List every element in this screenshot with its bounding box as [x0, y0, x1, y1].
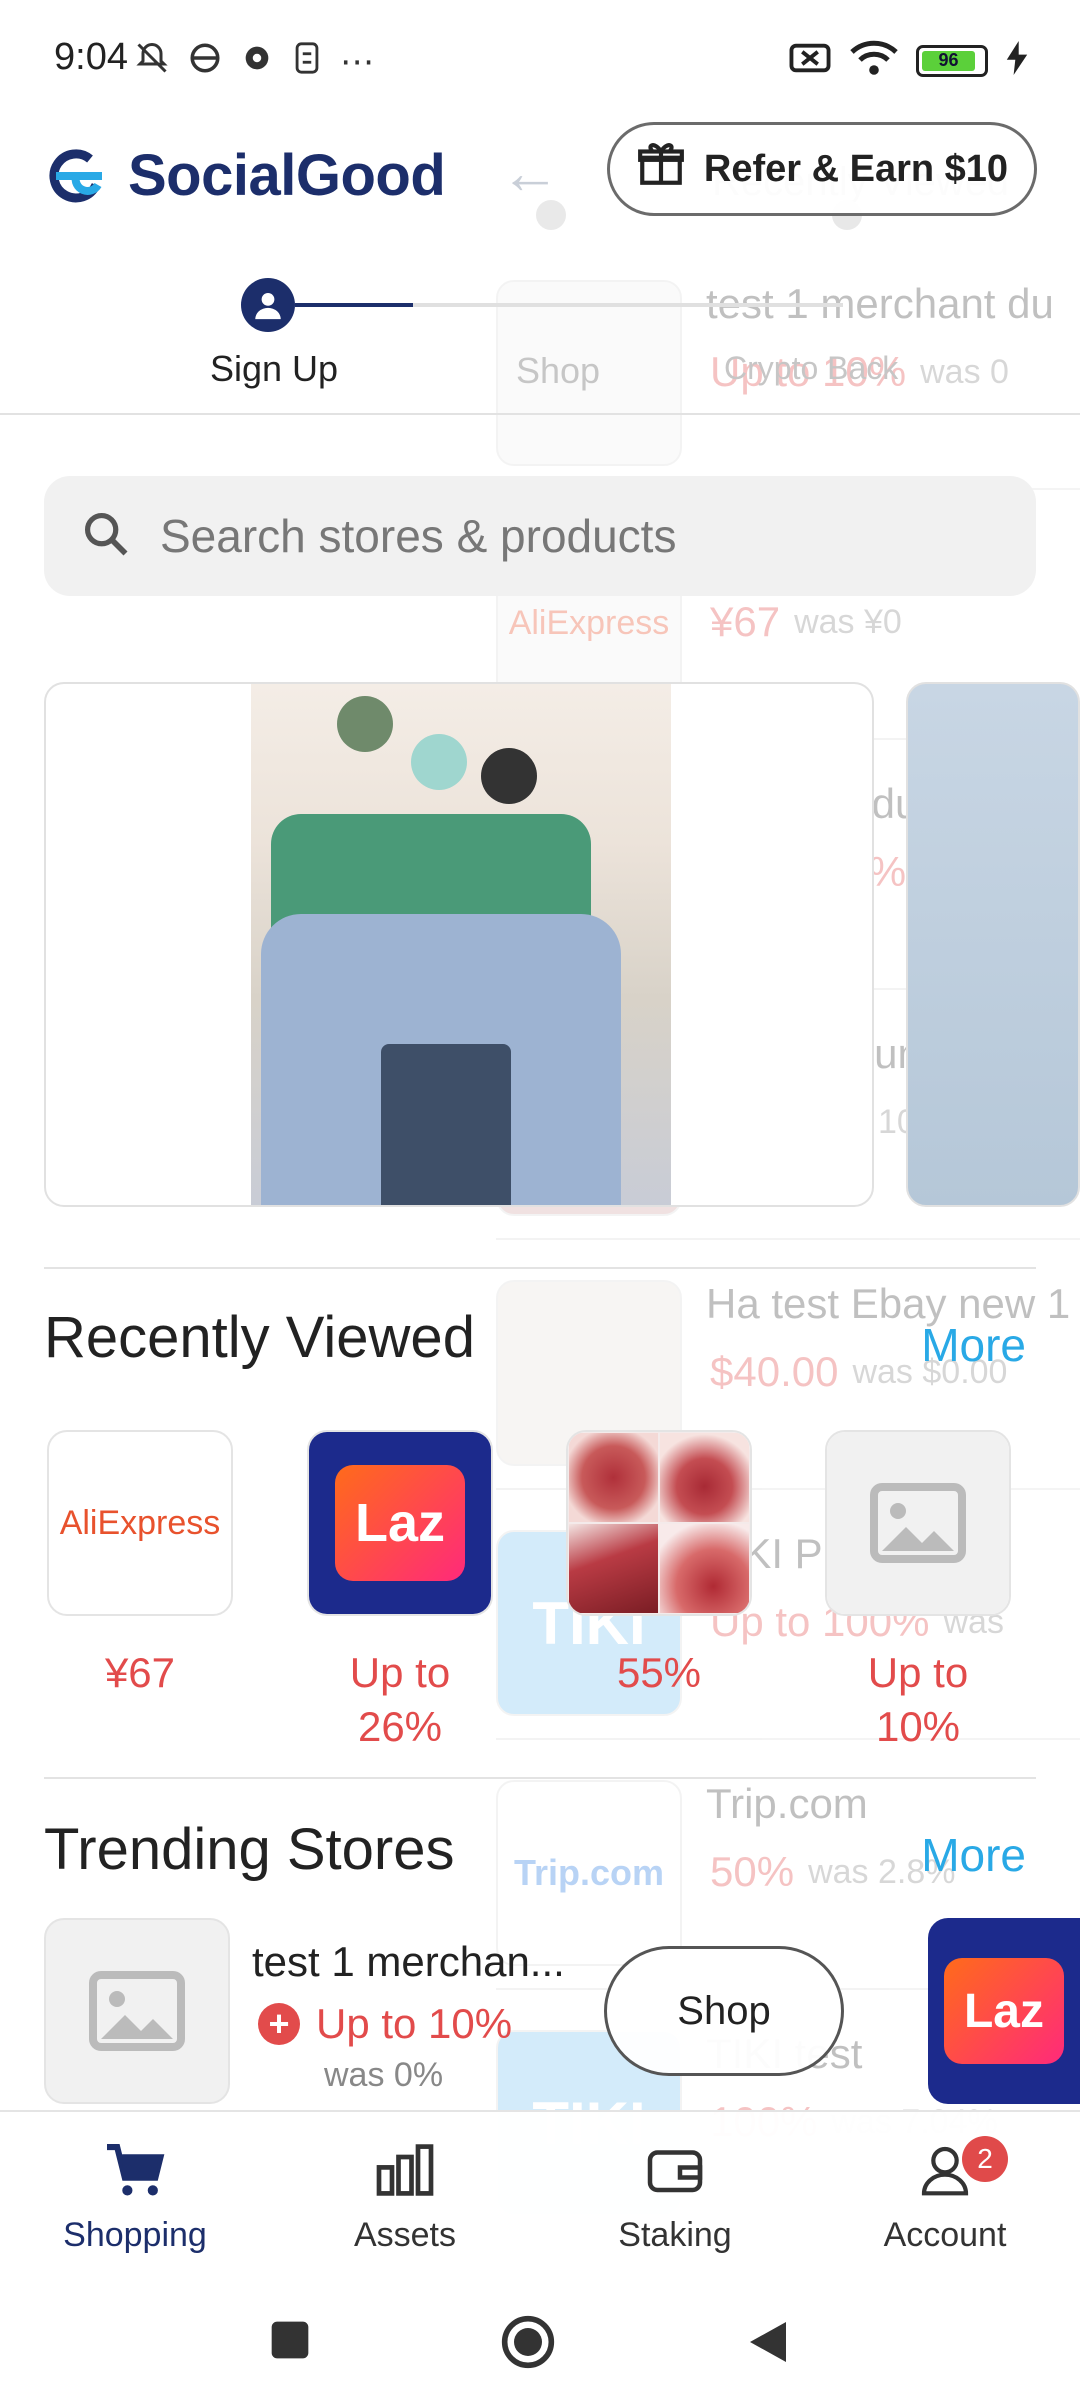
home-button[interactable] [500, 2314, 556, 2375]
image-placeholder-icon [44, 1918, 230, 2104]
user-step-icon [241, 278, 295, 332]
laz-logo[interactable]: Laz [928, 1918, 1080, 2104]
nav-staking[interactable]: Staking [540, 2138, 810, 2255]
nav-assets-label: Assets [353, 2216, 457, 2254]
recently-viewed-item[interactable]: Laz Up to 26% [307, 1430, 493, 1754]
bar-chart-icon [270, 2138, 540, 2202]
battery-level: 96 [922, 50, 975, 71]
more-dots-icon: ⋯ [340, 43, 376, 81]
refer-earn-button[interactable]: Refer & Earn $10 [607, 122, 1037, 216]
banner-image [251, 684, 671, 1205]
banner-jar [411, 734, 467, 790]
app-logo-icon [188, 41, 222, 83]
bell-off-icon [134, 40, 170, 84]
back-button[interactable] [746, 2318, 790, 2371]
trending-stores-more-link[interactable]: More [921, 1828, 1026, 1882]
gift-icon [636, 139, 686, 199]
nav-account[interactable]: 2 Account [810, 2136, 1080, 2255]
laz-logo: Laz [307, 1430, 493, 1616]
section-divider [44, 1267, 1036, 1269]
status-bar: 9:04 ⋯ 96 [0, 0, 1080, 120]
step-remaining-line [413, 303, 843, 307]
status-notification-icons: ⋯ [134, 40, 376, 84]
user-icon [810, 2138, 1080, 2202]
nav-staking-label: Staking [618, 2216, 732, 2254]
recently-viewed-item[interactable]: 55% [566, 1430, 752, 1700]
gear-icon [240, 41, 274, 83]
banner-jeans [381, 1044, 511, 1205]
trip-logo-text: Trip.com [513, 1852, 665, 1893]
no-signal-icon [788, 41, 832, 80]
recently-viewed-cashback: Up to 10% [867, 1649, 969, 1750]
overlay-row-amount: $40.00 [710, 1348, 839, 1395]
recently-viewed-item[interactable]: Up to 10% [825, 1430, 1011, 1754]
search-icon [80, 508, 132, 565]
trending-store-was: was 0% [324, 2056, 444, 2094]
wifi-icon [850, 40, 898, 81]
socialgood-logo[interactable]: SocialGood [42, 142, 446, 209]
notification-badge: 2 [962, 2136, 1008, 2182]
bottom-navigation: Shopping Assets Staking 2 Account [0, 2110, 1080, 2280]
banner-jar [337, 696, 393, 752]
step-progress-line [295, 303, 413, 307]
overlay-row-amount: 50% [710, 1848, 795, 1895]
app-header: SocialGood ← Refer & Earn $10 [0, 120, 1080, 280]
refer-earn-label: Refer & Earn $10 [703, 147, 1009, 190]
section-divider [44, 1777, 1036, 1779]
overlay-row-cashback: ¥67 was ¥0 [710, 598, 902, 646]
promo-banner-next[interactable] [906, 682, 1080, 1207]
battery-indicator: 96 [916, 44, 988, 77]
charging-icon [1006, 41, 1028, 80]
recently-viewed-item[interactable]: AliExpress ¥67 [47, 1430, 233, 1700]
recently-viewed-cashback: ¥67 [104, 1649, 176, 1696]
trending-store-cashback: + Up to 10% [258, 2000, 512, 2048]
laz-logo-text: Laz [944, 1958, 1064, 2064]
status-time: 9:04 [54, 36, 128, 78]
wallet-icon [540, 2138, 810, 2202]
system-navigation-bar [0, 2280, 1080, 2400]
cart-icon [0, 2138, 270, 2202]
back-arrow-icon[interactable]: ← [500, 138, 560, 207]
logo-text: SocialGood [128, 143, 446, 208]
trending-store-row[interactable]: test 1 merchan... + Up to 10% was 0% Sho… [44, 1918, 1080, 2108]
shop-button[interactable]: Shop [604, 1946, 844, 2076]
aliexpress-logo: AliExpress [47, 1430, 233, 1616]
trending-store-name: test 1 merchan... [252, 1938, 565, 1985]
search-placeholder: Search stores & products [160, 510, 677, 562]
step-label-signup: Sign Up [210, 348, 339, 389]
plus-circle-icon: + [258, 2003, 300, 2045]
recents-button[interactable] [268, 2318, 312, 2367]
nav-account-label: Account [883, 2216, 1007, 2254]
aliexpress-logo-text: AliExpress [508, 603, 670, 642]
laz-logo-text: Laz [335, 1465, 465, 1581]
trending-stores-title: Trending Stores [44, 1817, 455, 1882]
search-input[interactable]: Search stores & products [44, 476, 1036, 596]
trending-store-cashback-value: Up to 10% [316, 2000, 513, 2047]
nav-shopping-label: Shopping [63, 2216, 207, 2254]
overlay-row-was: was ¥0 [794, 602, 902, 641]
overlay-row-name: Trip.com [706, 1780, 868, 1827]
nav-assets[interactable]: Assets [270, 2138, 540, 2255]
recently-viewed-more-link[interactable]: More [921, 1318, 1026, 1372]
recently-viewed-title: Recently Viewed [44, 1305, 475, 1370]
overlay-row-amount: ¥67 [710, 598, 781, 645]
image-placeholder-icon [825, 1430, 1011, 1616]
overlay-row-cashback: 50% was 2.8% [710, 1848, 955, 1896]
socialgood-logo-icon [42, 148, 112, 203]
promo-banner[interactable] [44, 682, 874, 1207]
recently-viewed-cashback: 55% [616, 1649, 702, 1696]
sim-icon [292, 41, 322, 83]
product-image [566, 1430, 752, 1616]
nav-shopping[interactable]: Shopping [0, 2138, 270, 2255]
aliexpress-logo-text: AliExpress [59, 1503, 221, 1542]
status-system-icons: 96 [788, 40, 1028, 81]
banner-jar [481, 748, 537, 804]
recently-viewed-cashback: Up to 26% [349, 1649, 451, 1750]
signup-stepper: Sign Up [0, 270, 1080, 415]
